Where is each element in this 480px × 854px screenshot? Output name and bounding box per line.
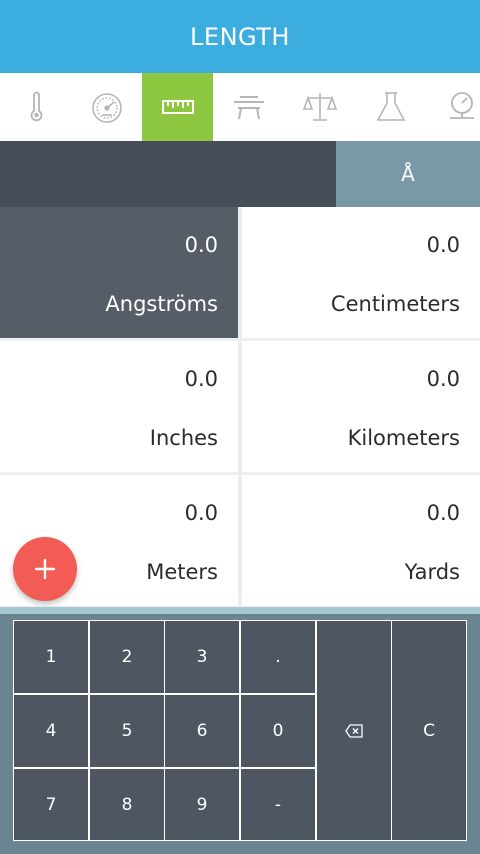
plus-icon	[34, 558, 56, 580]
speedometer-icon	[91, 93, 122, 123]
scale-icon	[302, 93, 337, 121]
category-tabs	[0, 73, 480, 141]
tab-length[interactable]	[142, 73, 213, 141]
tab-volume[interactable]	[355, 73, 426, 141]
ruler-icon	[161, 100, 194, 114]
tab-weight[interactable]	[284, 73, 355, 141]
converter-app: LENGTH Å 0.0 Angströms 0.0 Centimeters 0…	[0, 0, 480, 854]
unit-name: Angströms	[105, 292, 218, 316]
unit-name: Yards	[404, 560, 460, 584]
unit-name: Meters	[146, 560, 218, 584]
tab-temperature[interactable]	[0, 73, 71, 141]
key-1[interactable]: 1	[14, 621, 88, 693]
page-title: LENGTH	[190, 22, 290, 51]
unit-cell-yards[interactable]: 0.0 Yards	[242, 475, 480, 606]
unit-value: 0.0	[426, 233, 460, 257]
unit-value: 0.0	[426, 501, 460, 525]
tab-speed[interactable]	[71, 73, 142, 141]
key-7[interactable]: 7	[14, 769, 88, 840]
keypad: 1 2 3 . 4 5 6 0 7 8 9 - C	[13, 620, 467, 841]
unit-name: Kilometers	[347, 426, 460, 450]
unit-cell-inches[interactable]: 0.0 Inches	[0, 341, 238, 472]
app-header: LENGTH	[0, 0, 480, 73]
key-3[interactable]: 3	[165, 621, 239, 693]
key-9[interactable]: 9	[165, 769, 239, 840]
clear-button[interactable]: C	[392, 621, 466, 840]
backspace-icon	[345, 723, 363, 738]
unit-value: 0.0	[184, 233, 218, 257]
key-decimal[interactable]: .	[241, 621, 315, 693]
unit-cell-centimeters[interactable]: 0.0 Centimeters	[242, 207, 480, 338]
key-4[interactable]: 4	[14, 695, 88, 767]
key-8[interactable]: 8	[90, 769, 164, 840]
unit-cell-angstroms[interactable]: 0.0 Angströms	[0, 207, 238, 338]
unit-value: 0.0	[184, 367, 218, 391]
unit-cell-kilometers[interactable]: 0.0 Kilometers	[242, 341, 480, 472]
pressure-gauge-icon	[449, 92, 474, 119]
key-0[interactable]: 0	[241, 695, 315, 767]
input-unit-symbol: Å	[336, 141, 480, 207]
flask-icon	[376, 92, 405, 121]
add-unit-button[interactable]	[13, 537, 77, 601]
key-2[interactable]: 2	[90, 621, 164, 693]
unit-value: 0.0	[426, 367, 460, 391]
table-icon	[233, 96, 264, 120]
thermometer-icon	[30, 91, 42, 122]
unit-name: Centimeters	[330, 292, 460, 316]
input-row: Å	[0, 141, 480, 207]
unit-name: Inches	[149, 426, 218, 450]
tab-area[interactable]	[213, 73, 284, 141]
key-5[interactable]: 5	[90, 695, 164, 767]
keypad-divider	[0, 607, 480, 614]
key-6[interactable]: 6	[165, 695, 239, 767]
unit-value: 0.0	[184, 501, 218, 525]
tab-pressure[interactable]	[426, 73, 480, 141]
input-value-field[interactable]	[0, 141, 336, 207]
unit-grid: 0.0 Angströms 0.0 Centimeters 0.0 Inches…	[0, 207, 480, 607]
backspace-button[interactable]	[317, 621, 391, 840]
key-minus[interactable]: -	[241, 769, 315, 840]
